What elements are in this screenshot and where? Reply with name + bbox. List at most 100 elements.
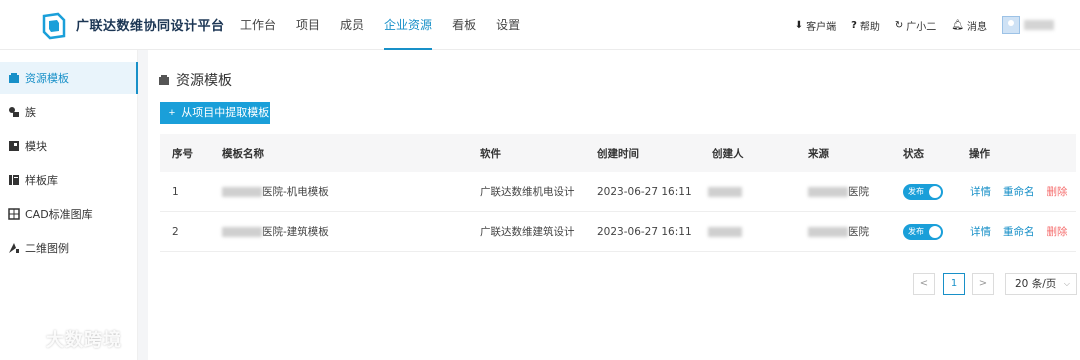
rename-link[interactable]: 重命名 (1003, 224, 1035, 239)
nav-members[interactable]: 成员 (340, 0, 364, 50)
client-label: 客户端 (806, 21, 837, 33)
row-name-text: 医院-建筑模板 (262, 226, 329, 238)
publish-toggle[interactable]: 发布 (903, 223, 943, 240)
redacted-text (808, 186, 848, 197)
help-link[interactable]: ? 帮助 (851, 18, 880, 33)
row-name-text: 医院-机电模板 (262, 186, 329, 198)
row-software: 广联达数维机电设计 (480, 186, 575, 198)
messages-label: 消息 (967, 21, 987, 33)
assistant-link[interactable]: ↻ 广小二 (895, 18, 936, 33)
row-source-text: 医院 (848, 186, 869, 198)
col-creator: 创建人 (712, 147, 744, 160)
row-actions: 详情 重命名 删除 (970, 172, 1068, 211)
table-row: 2 医院-建筑模板 广联达数维建筑设计 2023-06-27 16:11 医院 … (160, 212, 1076, 252)
col-source: 来源 (808, 147, 829, 160)
page-title-text: 资源模板 (176, 73, 232, 89)
chevron-down-icon: ⌵ (1063, 279, 1070, 288)
page-title: 资源模板 (158, 70, 232, 90)
cad-grid-icon (8, 208, 20, 220)
row-status: 发布 (903, 212, 943, 251)
watermark: 大数跨境 (10, 326, 122, 352)
app-title[interactable]: 广联达数维协同设计平台 (76, 15, 225, 34)
row-software: 广联达数维建筑设计 (480, 226, 575, 238)
row-created: 2023-06-27 16:11 (597, 185, 692, 198)
module-icon (9, 141, 19, 151)
templates-table: 序号 模板名称 软件 创建时间 创建人 来源 状态 操作 1 医院-机电模板 广… (160, 134, 1076, 252)
col-software: 软件 (480, 147, 501, 160)
sidebar-item-resource-templates[interactable]: 资源模板 (0, 62, 138, 94)
next-page-button[interactable]: > (972, 273, 994, 295)
sidebar-item-template-library[interactable]: 样板库 (0, 164, 138, 196)
user-name-redacted[interactable] (1024, 20, 1054, 30)
page-size-select[interactable]: 20 条/页 ⌵ (1005, 273, 1077, 295)
extract-template-button[interactable]: + 从项目中提取模板 (160, 102, 270, 124)
assistant-label: 广小二 (906, 21, 937, 33)
help-label: 帮助 (859, 21, 880, 33)
row-source-text: 医院 (848, 226, 869, 238)
prev-page-button[interactable]: < (913, 273, 935, 295)
sidebar-item-label: 资源模板 (25, 72, 69, 85)
sidebar-item-cad-library[interactable]: CAD标准图库 (0, 198, 138, 230)
sidebar-item-label: 二维图例 (25, 242, 69, 255)
detail-link[interactable]: 详情 (970, 224, 991, 239)
top-bar: 广联达数维协同设计平台 工作台 项目 成员 企业资源 看板 设置 ⬇ 客户端 ?… (0, 0, 1080, 50)
row-name: 医院-建筑模板 (222, 212, 329, 251)
row-actions: 详情 重命名 删除 (970, 212, 1068, 251)
page-1-button[interactable]: 1 (943, 273, 965, 295)
app-logo-icon[interactable] (40, 12, 68, 40)
template-library-icon (9, 175, 19, 185)
sidebar-item-2d-legend[interactable]: 二维图例 (0, 232, 138, 264)
delete-link[interactable]: 删除 (1047, 184, 1068, 199)
family-icon (9, 107, 19, 117)
redacted-text (222, 226, 262, 237)
col-name: 模板名称 (222, 147, 264, 160)
avatar[interactable] (1002, 16, 1020, 34)
row-created: 2023-06-27 16:11 (597, 225, 692, 238)
nav-projects[interactable]: 项目 (296, 0, 320, 50)
nav-enterprise-resources[interactable]: 企业资源 (384, 0, 433, 50)
row-index: 2 (172, 225, 179, 238)
row-status: 发布 (903, 172, 943, 211)
col-actions: 操作 (969, 147, 990, 160)
legend-icon (9, 243, 19, 253)
sidebar-item-family[interactable]: 族 (0, 96, 138, 128)
col-status: 状态 (903, 147, 924, 160)
main-area: 资源模板 + 从项目中提取模板 序号 模板名称 软件 创建时间 创建人 来源 状态… (138, 50, 1080, 360)
redacted-text (708, 186, 742, 197)
redacted-text (808, 226, 848, 237)
col-index: 序号 (172, 147, 193, 160)
row-creator (708, 172, 742, 211)
nav-workbench[interactable]: 工作台 (240, 0, 276, 50)
publish-toggle[interactable]: 发布 (903, 183, 943, 200)
page-size-label: 20 条/页 (1015, 278, 1057, 290)
delete-link[interactable]: 删除 (1047, 224, 1068, 239)
download-icon: ⬇ (794, 19, 804, 31)
row-name: 医院-机电模板 (222, 172, 329, 211)
nav-dashboard[interactable]: 看板 (452, 0, 476, 50)
sidebar-item-label: 样板库 (25, 174, 58, 187)
content-panel: 资源模板 + 从项目中提取模板 序号 模板名称 软件 创建时间 创建人 来源 状态… (148, 50, 1080, 360)
sidebar-item-label: 模块 (25, 140, 47, 153)
redacted-text (222, 186, 262, 197)
row-source: 医院 (808, 172, 869, 211)
client-download-link[interactable]: ⬇ 客户端 (795, 18, 836, 33)
table-row: 1 医院-机电模板 广联达数维机电设计 2023-06-27 16:11 医院 … (160, 172, 1076, 212)
sidebar-item-modules[interactable]: 模块 (0, 130, 138, 162)
messages-link[interactable]: 🔔︎ 消息 (951, 18, 987, 33)
sidebar-item-label: CAD标准图库 (25, 208, 93, 221)
plus-icon: + (168, 107, 176, 119)
sidebar: 资源模板 族 模块 样板库 CAD标准图库 二维图例 (0, 50, 138, 360)
row-source: 医院 (808, 212, 869, 251)
header-tools: ⬇ 客户端 ? 帮助 ↻ 广小二 🔔︎ 消息 (795, 0, 1080, 50)
box-icon (159, 75, 169, 85)
redacted-text (708, 226, 742, 237)
detail-link[interactable]: 详情 (970, 184, 991, 199)
bell-icon: 🔔︎ (951, 19, 964, 31)
sidebar-item-label: 族 (25, 106, 36, 119)
nav-settings[interactable]: 设置 (496, 0, 520, 50)
watermark-logo-icon (12, 331, 40, 346)
row-index: 1 (172, 185, 179, 198)
headset-icon: ↻ (894, 19, 904, 31)
rename-link[interactable]: 重命名 (1003, 184, 1035, 199)
table-header: 序号 模板名称 软件 创建时间 创建人 来源 状态 操作 (160, 134, 1076, 172)
